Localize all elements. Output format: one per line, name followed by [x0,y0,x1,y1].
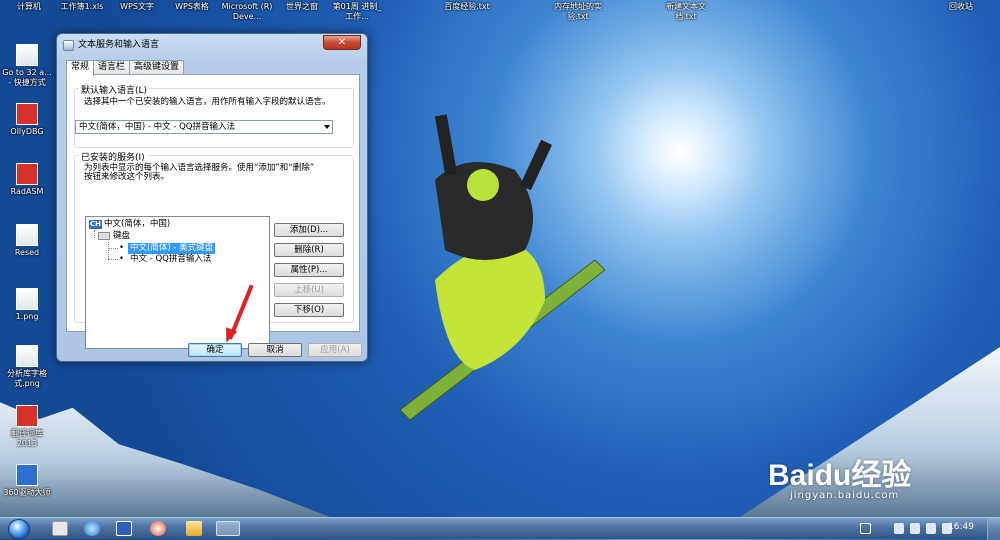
baidu-watermark: Baidu经验 [768,459,912,492]
remove-button[interactable]: 删除(R) [274,243,344,257]
dictionary-icon [16,405,38,427]
ie-icon[interactable] [84,521,100,536]
desktop-icon-shortcut[interactable]: Go to 32 a... - 快捷方式 [0,44,54,88]
tree-node-language[interactable]: CH 中文(简体，中国) [89,219,170,230]
desktop-icon-week01[interactable]: 第01周 进制_工作... [330,2,384,22]
desktop-icon-xls[interactable]: 工作簿1.xls [55,2,109,12]
desktop-icon-driver[interactable]: 360驱动大师 [0,464,54,498]
desktop-icon-ms-dev[interactable]: Microsoft (R) Deve... [220,2,274,22]
move-down-button[interactable]: 下移(O) [274,303,344,317]
chevron-down-icon[interactable] [324,125,330,129]
dialog-tabs: 常规 语言栏 高级键设置 [66,60,185,76]
resed-icon [16,224,38,246]
taskbar-clock[interactable]: 16:49 [948,522,974,532]
tree-node-keyboard[interactable]: 键盘 [98,231,130,242]
installed-services-group-title: 已安装的服务(I) [79,150,147,163]
desktop-icon-wps-writer[interactable]: WPS文字 [110,2,164,12]
keyboard-icon [98,231,110,240]
tab-general[interactable]: 常规 [66,60,95,76]
taskbar: 16:49 [0,517,1000,540]
tree-line [108,259,118,260]
installed-services-tree[interactable]: CH 中文(简体，中国) 键盘 • 中文(简体) - 美式键盘 • 中文 - QQ… [85,216,270,349]
tree-line [108,242,109,259]
browser-icon[interactable] [150,521,166,536]
desktop-icon-png1[interactable]: 1.png [0,288,54,322]
desktop-icon-memory-txt[interactable]: 内存地址的实验.txt [548,2,608,22]
add-button[interactable]: 添加(D)... [274,223,344,237]
snowboarder-image [399,114,606,420]
bug-icon [16,103,38,125]
desktop-icon-recycle-bin[interactable]: 回收站 [934,2,988,12]
language-badge-icon: CH [89,220,102,229]
tab-advanced-key-settings[interactable]: 高级键设置 [129,60,185,75]
tree-bullet: • [119,254,125,264]
desktop-icon-dictionary[interactable]: 翻译词库 2013 [0,405,54,449]
default-language-group-title: 默认输入语言(L) [79,83,150,96]
keyboard-app-icon [63,39,74,51]
driver-icon [16,464,38,486]
show-desktop-button[interactable] [987,518,1000,540]
ok-button[interactable]: 确定 [188,343,242,357]
desktop-icon-resed[interactable]: Resed [0,224,54,258]
dialog-title: 文本服务和输入语言 [78,40,160,50]
tree-item-us-keyboard[interactable]: 中文(简体) - 美式键盘 [128,243,216,254]
taskbar-app-icon[interactable] [52,521,68,536]
flag-icon[interactable] [926,523,936,534]
installed-services-description-2: 按钮来修改这个列表。 [84,172,170,182]
tree-line [94,230,95,238]
tree-line [108,248,118,249]
shortcut-icon [16,44,38,66]
desktop-icon-radasm[interactable]: RadASM [0,163,54,197]
tab-language-bar[interactable]: 语言栏 [93,60,131,75]
desktop-icon-wps-sheet[interactable]: WPS表格 [165,2,219,12]
tree-bullet: • [119,243,125,253]
desktop-icon-ollydbg[interactable]: OllyDBG [0,103,54,137]
default-language-description: 选择其中一个已安装的输入语言，用作所有输入字段的默认语言。 [84,97,331,107]
text-services-dialog: 文本服务和输入语言 ✕ 常规 语言栏 高级键设置 默认输入语言(L) 选择其中一… [56,33,368,362]
desktop-icon-computer[interactable]: 计算机 [2,2,56,12]
desktop-icon-browser[interactable]: 世界之窗 [275,2,329,12]
move-up-button[interactable]: 上移(U) [274,283,344,297]
image-file-icon [16,288,38,310]
tray-icon[interactable] [860,523,871,534]
tree-item-qq-pinyin[interactable]: 中文 - QQ拼音输入法 [130,254,211,265]
network-icon[interactable] [894,523,904,534]
apply-button[interactable]: 应用(A) [308,343,362,357]
desktop-icon-png2[interactable]: 分析库字格式.png [0,345,54,389]
folder-icon[interactable] [186,521,202,536]
default-language-select[interactable]: 中文(简体，中国) - 中文 - QQ拼音输入法 [75,120,333,134]
start-orb-icon[interactable] [8,519,30,539]
desktop-icon-baidu-txt[interactable]: 百度经验.txt [435,2,499,12]
close-button[interactable]: ✕ [323,35,361,50]
wps-writer-icon[interactable] [116,521,132,536]
baidu-watermark-url: jingyan.baidu.com [790,490,900,501]
desktop-icon-newtext[interactable]: 新建文本文档.txt [656,2,716,22]
active-window-icon[interactable] [216,521,240,536]
radasm-icon [16,163,38,185]
speaker-icon[interactable] [910,523,920,534]
properties-button[interactable]: 属性(P)... [274,263,344,277]
image-file-icon [16,345,38,367]
system-tray: 16:49 [850,518,1000,540]
cancel-button[interactable]: 取消 [248,343,302,357]
dialog-titlebar[interactable]: 文本服务和输入语言 [63,37,159,53]
